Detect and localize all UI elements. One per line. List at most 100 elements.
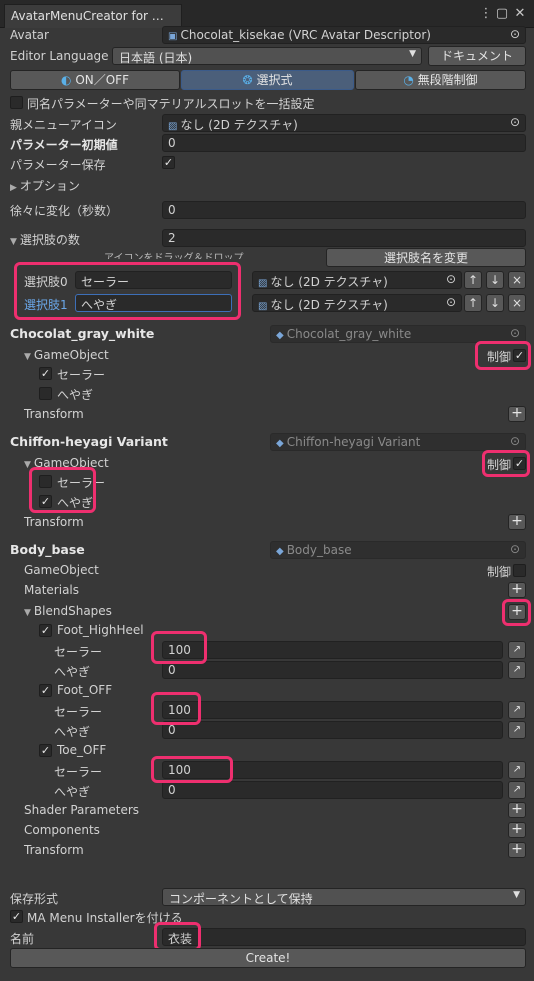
name-field[interactable]: 衣装 [162, 928, 526, 946]
pick-icon[interactable]: ↗ [508, 661, 526, 679]
choice-count-field[interactable]: 2 [162, 229, 526, 247]
sailor-checkbox[interactable]: ✓ [39, 367, 52, 380]
blendshape-name: Toe_OFF [57, 743, 107, 757]
transform-label: Transform [24, 515, 84, 529]
tab-choose[interactable]: ❂ 選択式 [181, 70, 354, 90]
choice-1-icon-field[interactable]: ▨ なし (2D テクスチャ) ⊙ [252, 294, 462, 312]
blendshape-heyagi-field[interactable]: 0 [162, 781, 503, 799]
highlight-choices [14, 262, 241, 320]
shader-params-label: Shader Parameters [24, 803, 140, 817]
blendshape-sailor-field[interactable]: 100 [162, 701, 503, 719]
highlight-value-1 [151, 631, 207, 664]
add-icon[interactable]: + [508, 514, 526, 530]
tab-onoff[interactable]: ◐ ON／OFF [10, 70, 180, 90]
documentation-button[interactable]: ドキュメント [428, 46, 526, 66]
pick-icon[interactable]: ↗ [508, 781, 526, 799]
gradual-field[interactable]: 0 [162, 201, 526, 219]
move-down-icon[interactable]: ↓ [486, 294, 504, 312]
blendshape-heyagi-field[interactable]: 0 [162, 721, 503, 739]
move-up-icon[interactable]: ↑ [464, 271, 482, 289]
add-icon[interactable]: + [508, 582, 526, 598]
object-2-title: Chiffon-heyagi Variant [10, 434, 168, 449]
options-foldout[interactable]: ▶ オプション [10, 177, 80, 194]
blendshapes-foldout[interactable]: ▼ BlendShapes [24, 604, 112, 618]
components-label: Components [24, 823, 100, 837]
pick-icon[interactable]: ↗ [508, 701, 526, 719]
texture-icon: ▨ [258, 301, 268, 312]
control-label: 制御 [487, 565, 512, 579]
editor-language-dropdown[interactable]: 日本語 (日本) ▼ [112, 47, 422, 65]
blendshape-checkbox[interactable]: ✓ [39, 624, 52, 637]
blendshape-sailor-field[interactable]: 100 [162, 641, 503, 659]
close-icon[interactable]: ✕ [512, 6, 528, 22]
more-icon[interactable]: ⋮ [478, 6, 494, 22]
move-down-icon[interactable]: ↓ [486, 271, 504, 289]
pick-icon[interactable]: ↗ [508, 721, 526, 739]
transform-label: Transform [24, 407, 84, 421]
object-picker-icon[interactable]: ⊙ [510, 115, 520, 129]
sailor-label: セーラー [54, 645, 103, 659]
create-button[interactable]: Create! [10, 948, 526, 968]
object-picker-icon[interactable]: ⊙ [446, 295, 456, 309]
highlight-value-2 [151, 692, 201, 725]
blendshape-checkbox[interactable]: ✓ [39, 744, 52, 757]
add-icon[interactable]: + [508, 842, 526, 858]
parent-icon-field[interactable]: ▨ なし (2D テクスチャ) ⊙ [162, 114, 526, 132]
object-picker-icon[interactable]: ⊙ [510, 434, 520, 448]
icon-drag-hint: アイコンをドラッグ＆ドロップ [104, 253, 244, 259]
blendshape-heyagi-field[interactable]: 0 [162, 661, 503, 679]
heyagi-checkbox[interactable] [39, 387, 52, 400]
delete-icon[interactable]: × [508, 271, 526, 289]
pick-icon[interactable]: ↗ [508, 641, 526, 659]
pick-icon[interactable]: ↗ [508, 761, 526, 779]
same-name-checkbox[interactable] [10, 96, 23, 109]
save-format-dropdown[interactable]: コンポーネントとして保持 ▼ [162, 888, 526, 906]
materials-label: Materials [24, 583, 80, 597]
texture-icon: ▨ [258, 278, 268, 289]
rename-choices-button[interactable]: 選択肢名を変更 [326, 248, 526, 267]
param-init-field[interactable]: 0 [162, 134, 526, 152]
object-1-title: Chocolat_gray_white [10, 326, 155, 341]
avatar-field[interactable]: ▣ Chocolat_kisekae (VRC Avatar Descriptor… [162, 26, 526, 44]
window-tab[interactable]: AvatarMenuCreator for … [4, 4, 182, 28]
object-picker-icon[interactable]: ⊙ [510, 326, 520, 340]
param-save-label: パラメーター保存 [10, 158, 106, 172]
object-picker-icon[interactable]: ⊙ [446, 272, 456, 286]
maximize-icon[interactable]: ▢ [494, 6, 510, 22]
chevron-right-icon: ▶ [10, 183, 17, 193]
tab-multi[interactable]: ◔ 無段階制御 [355, 70, 526, 90]
object-2-ref-field[interactable]: ◆ Chiffon-heyagi Variant ⊙ [270, 433, 526, 451]
sailor-label: セーラー [57, 368, 106, 382]
highlight-name [154, 922, 201, 951]
highlight-blendshape-add [502, 599, 531, 626]
ma-installer-checkbox[interactable]: ✓ [10, 910, 23, 923]
add-icon[interactable]: + [508, 406, 526, 422]
add-icon[interactable]: + [508, 822, 526, 838]
texture-icon: ▨ [168, 121, 178, 132]
choice-icon: ❂ [242, 73, 253, 87]
object-3-ref-field[interactable]: ◆ Body_base ⊙ [270, 541, 526, 559]
delete-icon[interactable]: × [508, 294, 526, 312]
avatar-label: Avatar [10, 28, 49, 42]
blendshape-checkbox[interactable]: ✓ [39, 684, 52, 697]
gameobject-foldout[interactable]: ▼ GameObject [24, 348, 109, 362]
choice-0-icon-field[interactable]: ▨ なし (2D テクスチャ) ⊙ [252, 271, 462, 289]
chevron-down-icon: ▼ [24, 352, 31, 362]
add-icon[interactable]: + [508, 802, 526, 818]
sailor-label: セーラー [54, 765, 103, 779]
move-up-icon[interactable]: ↑ [464, 294, 482, 312]
param-save-checkbox[interactable]: ✓ [162, 156, 175, 169]
heyagi-label: へやぎ [57, 388, 94, 402]
object-picker-icon[interactable]: ⊙ [510, 542, 520, 556]
save-format-label: 保存形式 [10, 892, 59, 906]
radial-icon: ◔ [403, 73, 414, 87]
highlight-control-2 [482, 450, 530, 477]
avatar-descriptor-icon: ▣ [168, 31, 178, 42]
gameobject-label: GameObject [24, 563, 99, 577]
control-checkbox[interactable] [513, 564, 526, 577]
transform-label: Transform [24, 843, 84, 857]
name-label: 名前 [10, 932, 35, 946]
object-picker-icon[interactable]: ⊙ [510, 27, 520, 41]
gradual-label: 徐々に変化（秒数） [10, 204, 119, 218]
choice-count-foldout[interactable]: ▼ 選択肢の数 [10, 231, 80, 248]
